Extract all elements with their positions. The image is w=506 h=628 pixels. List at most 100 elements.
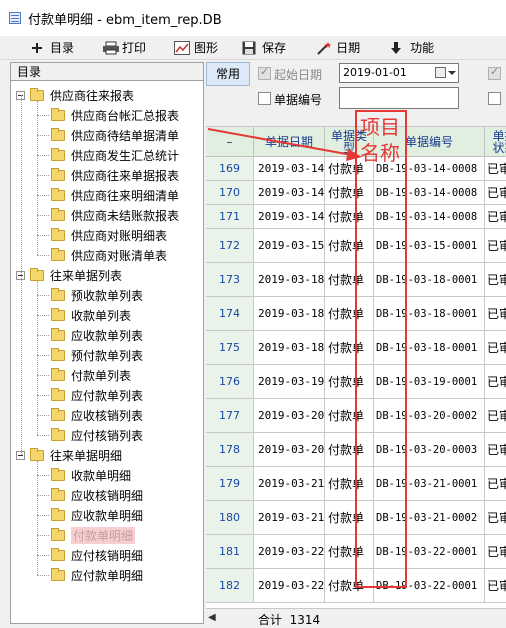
state-cell: 已审 (485, 433, 506, 467)
date-cell: 2019-03-18 (254, 331, 325, 365)
extra-checkbox[interactable] (488, 92, 501, 105)
annotation-box (355, 110, 407, 588)
start-date-input[interactable]: 2019-01-01 (339, 63, 459, 83)
folder-icon (51, 387, 65, 401)
row-number-cell: 174 (206, 297, 254, 331)
state-cell: 已审 (485, 229, 506, 263)
folder-icon (51, 287, 65, 301)
row-number-cell: 178 (206, 433, 254, 467)
end-date-checkbox[interactable] (488, 65, 501, 80)
tree-item[interactable]: 付款单明细 (51, 525, 136, 545)
chart-button[interactable]: 图形 (166, 37, 226, 59)
tree-item[interactable]: 应付核销列表 (51, 425, 143, 445)
tree-item[interactable]: 预付款单列表 (51, 345, 143, 365)
tree-item[interactable]: 预收款单列表 (51, 285, 143, 305)
tree-item[interactable]: 供应商台帐汇总报表 (51, 105, 179, 125)
tree-item[interactable]: 应收款单明细 (51, 505, 143, 525)
state-cell: 已审 (485, 205, 506, 229)
date-cell: 2019-03-20 (254, 399, 325, 433)
tree-item[interactable]: 应付核销明细 (51, 545, 143, 565)
folder-icon (51, 427, 65, 441)
date-cell: 2019-03-21 (254, 501, 325, 535)
tree-item[interactable]: 供应商对账明细表 (51, 225, 167, 245)
date-cell: 2019-03-14 (254, 157, 325, 181)
tree-item[interactable]: 付款单列表 (51, 365, 131, 385)
title-bar: 付款单明细 - ebm_item_rep.DB (0, 0, 506, 36)
folder-icon (51, 107, 65, 121)
catalog-tree-panel: 目录 供应商往来报表 供应商台帐汇总报表 供应商待结单据清单 供应商发生汇总统计 供应商… (10, 62, 204, 624)
folder-icon (51, 307, 65, 321)
state-cell: 已审 (485, 467, 506, 501)
date-button[interactable]: 日期 (308, 37, 368, 59)
tree-item[interactable]: 供应商未结账款报表 (51, 205, 179, 225)
folder-icon (51, 207, 65, 221)
total-label: 合计 1314 (258, 613, 321, 627)
grid-col-rownum[interactable]: – (206, 127, 254, 157)
tree-item[interactable]: 供应商待结单据清单 (51, 125, 179, 145)
row-number-cell: 182 (206, 569, 254, 603)
start-date-checkbox[interactable] (258, 65, 271, 80)
row-number-cell: 180 (206, 501, 254, 535)
print-button[interactable]: 打印 (94, 37, 154, 59)
tree-item[interactable]: 收款单列表 (51, 305, 131, 325)
folder-icon (51, 167, 65, 181)
folder-icon (51, 187, 65, 201)
tree-item[interactable]: 供应商发生汇总统计 (51, 145, 179, 165)
tree-item[interactable]: 供应商对账清单表 (51, 245, 167, 265)
folder-icon (51, 567, 65, 581)
grid-col-state[interactable]: 单据状态 (485, 127, 506, 157)
tree-item[interactable]: 应付款单列表 (51, 385, 143, 405)
calendar-icon[interactable] (435, 67, 446, 78)
date-cell: 2019-03-15 (254, 229, 325, 263)
printer-icon (102, 41, 120, 55)
document-icon (8, 11, 22, 25)
tab-common[interactable]: 常用 (206, 62, 250, 86)
function-button[interactable]: 功能 (382, 37, 442, 59)
tree-group-1[interactable]: 往来单据列表 (16, 265, 122, 285)
state-cell: 已审 (485, 331, 506, 365)
folder-icon (51, 367, 65, 381)
date-cell: 2019-03-14 (254, 181, 325, 205)
floppy-icon (242, 41, 258, 55)
folder-icon (30, 447, 44, 461)
tree-item[interactable]: 收款单明细 (51, 465, 131, 485)
window-title: 付款单明细 - ebm_item_rep.DB (28, 12, 222, 28)
state-cell: 已审 (485, 535, 506, 569)
date-cell: 2019-03-18 (254, 263, 325, 297)
tree-item[interactable]: 应付款单明细 (51, 565, 143, 585)
tree-group-2[interactable]: 往来单据明细 (16, 445, 122, 465)
date-cell: 2019-03-21 (254, 467, 325, 501)
folder-icon (51, 507, 65, 521)
chevron-down-icon[interactable] (448, 71, 456, 75)
date-cell: 2019-03-19 (254, 365, 325, 399)
grid-col-date[interactable]: 单据日期 (254, 127, 325, 157)
row-number-cell: 170 (206, 181, 254, 205)
catalog-button[interactable]: 目录 (22, 37, 82, 59)
folder-icon (30, 87, 44, 101)
state-cell: 已审 (485, 365, 506, 399)
tree-item[interactable]: 供应商往来单据报表 (51, 165, 179, 185)
tree-item[interactable]: 应收款单列表 (51, 325, 143, 345)
folder-icon (51, 247, 65, 261)
bill-no-checkbox[interactable] (258, 92, 271, 105)
state-cell: 已审 (485, 501, 506, 535)
toolbar: 目录 打印 图形 保存 日期 功能 (0, 36, 506, 60)
magic-wand-icon (316, 41, 332, 55)
save-button[interactable]: 保存 (234, 37, 294, 59)
bill-no-input[interactable] (339, 87, 459, 109)
folder-icon (51, 347, 65, 361)
date-cell: 2019-03-14 (254, 205, 325, 229)
folder-icon (51, 327, 65, 341)
tree-item[interactable]: 应收核销列表 (51, 405, 143, 425)
tree-item[interactable]: 供应商往来明细清单 (51, 185, 179, 205)
annotation-text: 项目 名称 (360, 115, 400, 165)
row-number-cell: 179 (206, 467, 254, 501)
date-cell: 2019-03-22 (254, 569, 325, 603)
folder-icon (51, 487, 65, 501)
folder-icon (51, 547, 65, 561)
scroll-left-icon[interactable]: ◀ (208, 612, 216, 623)
tree-group-0[interactable]: 供应商往来报表 (16, 85, 134, 105)
tree-item[interactable]: 应收核销明细 (51, 485, 143, 505)
folder-icon (51, 407, 65, 421)
row-number-cell: 171 (206, 205, 254, 229)
